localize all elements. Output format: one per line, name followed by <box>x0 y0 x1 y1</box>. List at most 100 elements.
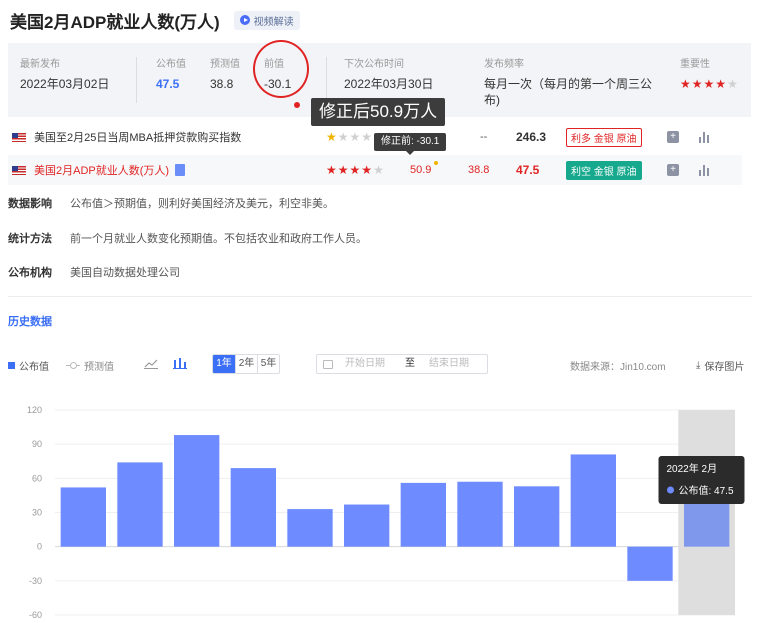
document-icon[interactable] <box>175 164 186 176</box>
legend-forecast[interactable]: 预测值 <box>66 358 114 373</box>
history-title: 历史数据 <box>8 316 52 328</box>
history-bar-chart: 120 90 60 30 0 -30 -60 2022年 2月公布值: 47.5 <box>27 405 745 620</box>
event-row[interactable]: 美国2月ADP就业人数(万人) ★★★★★ 50.9 38.8 47.5 利空 … <box>8 155 742 185</box>
legend-square-icon <box>8 362 15 369</box>
detail-label: 公布机构 <box>8 267 52 279</box>
latest-release: 最新发布 2022年03月02日 <box>20 55 120 92</box>
y-tick-label: 30 <box>32 508 42 518</box>
chart-toolbar: 公布值 预测值 1年 2年 5年 开始日期 至 结束日期 数据来源：Jin10.… <box>8 352 752 376</box>
revised-value-tooltip: 修正后50.9万人 <box>311 98 446 126</box>
importance: 重要性 ★★★★★ <box>680 55 744 92</box>
event-actual: 47.5 <box>516 163 540 177</box>
legend-line-icon <box>66 362 80 369</box>
star-filled-icon: ★ <box>680 77 692 91</box>
play-icon <box>239 15 250 25</box>
star-filled-icon: ★ <box>326 130 338 144</box>
annotation-dot <box>294 102 300 108</box>
y-tick-label: 60 <box>32 473 42 483</box>
star-empty-icon: ★ <box>373 163 385 177</box>
forecast-value: 38.8 <box>210 77 234 91</box>
star-filled-icon: ★ <box>326 163 338 177</box>
y-tick-label: 120 <box>27 405 42 415</box>
add-icon[interactable]: + <box>667 164 679 176</box>
chart-bar[interactable] <box>60 487 106 547</box>
previous-value-highlight-circle <box>253 40 309 98</box>
divider <box>136 57 137 103</box>
detail-method: 统计方法 前一个月就业人数变化预期值。不包括农业和政府工作人员。 <box>8 230 367 246</box>
chart-bar[interactable] <box>514 486 560 547</box>
next-release-label: 下次公布时间 <box>344 59 404 70</box>
detail-impact: 数据影响 公布值＞预期值，则利好美国经济及美元，利空非美。 <box>8 195 334 211</box>
chart-bar[interactable] <box>570 454 616 547</box>
forecast-block: 预测值 38.8 <box>210 55 240 92</box>
download-icon: ⤓ <box>696 360 701 371</box>
chart-bar[interactable] <box>400 482 446 547</box>
chart-bar[interactable] <box>117 462 163 547</box>
chart-bar[interactable] <box>457 481 503 547</box>
star-filled-icon: ★ <box>337 163 350 177</box>
chart-bar[interactable] <box>344 504 390 547</box>
save-image-button[interactable]: ⤓ 保存图片 <box>696 358 744 373</box>
range-2y-button[interactable]: 2年 <box>235 355 257 373</box>
range-selector: 1年 2年 5年 <box>212 354 280 374</box>
detail-label: 统计方法 <box>8 233 52 245</box>
event-stars: ★★★★★ <box>326 163 385 177</box>
end-date-input[interactable]: 结束日期 <box>429 355 469 373</box>
revision-dot <box>434 161 438 165</box>
frequency-label: 发布频率 <box>484 59 524 70</box>
detail-label: 数据影响 <box>8 198 52 210</box>
chart-bar[interactable] <box>627 546 673 581</box>
title-bar: 美国2月ADP就业人数(万人) 视频解读 <box>10 8 300 32</box>
event-name: 美国2月ADP就业人数(万人) <box>34 165 170 177</box>
page-title: 美国2月ADP就业人数(万人) <box>10 12 220 32</box>
legend-forecast-label: 预测值 <box>84 362 114 373</box>
latest-release-label: 最新发布 <box>20 59 60 70</box>
frequency: 发布频率 每月一次（每月的第一个周三公布) <box>484 55 654 108</box>
bar-chart-icon[interactable] <box>173 357 187 369</box>
chart-bar[interactable] <box>174 435 220 547</box>
impact-tag: 利多 金银 原油 <box>566 127 642 147</box>
save-image-label: 保存图片 <box>704 362 745 373</box>
star-empty-icon: ★ <box>337 130 350 144</box>
range-1y-button[interactable]: 1年 <box>213 355 235 373</box>
y-tick-label: -60 <box>29 610 42 620</box>
range-5y-button[interactable]: 5年 <box>257 355 279 373</box>
legend-actual[interactable]: 公布值 <box>8 358 49 373</box>
video-button[interactable]: 视频解读 <box>233 10 300 30</box>
y-tick-label: 90 <box>32 439 42 449</box>
add-icon[interactable]: + <box>667 131 679 143</box>
chart-bar[interactable] <box>230 468 276 547</box>
tooltip-title: 2022年 2月 <box>667 462 718 475</box>
video-button-label: 视频解读 <box>253 16 294 28</box>
chart-bars <box>60 435 730 581</box>
star-filled-icon: ★ <box>715 77 728 91</box>
detail-text: 公布值＞预期值，则利好美国经济及美元，利空非美。 <box>70 198 334 210</box>
chart-icon[interactable] <box>698 131 710 143</box>
next-release-value: 2022年03月30日 20:15 <box>344 77 434 91</box>
chart-bar[interactable] <box>287 509 333 547</box>
event-previous: 50.9 <box>410 164 432 176</box>
chart-icon[interactable] <box>698 164 710 176</box>
y-tick-label: 0 <box>37 542 42 552</box>
divider <box>8 296 752 297</box>
forecast-label: 预测值 <box>210 59 240 70</box>
event-name: 美国至2月25日当周MBA抵押贷款购买指数 <box>34 132 242 144</box>
star-filled-icon: ★ <box>703 77 716 91</box>
star-empty-icon: ★ <box>361 130 374 144</box>
start-date-input[interactable]: 开始日期 <box>345 355 385 373</box>
latest-release-value: 2022年03月02日 <box>20 77 110 91</box>
star-empty-icon: ★ <box>727 77 739 91</box>
us-flag-icon <box>12 132 26 142</box>
tooltip-value: 公布值: 47.5 <box>679 484 734 497</box>
us-flag-icon <box>12 165 26 175</box>
actual-label: 公布值 <box>156 59 186 70</box>
importance-label: 重要性 <box>680 59 710 70</box>
actual-value: 47.5 <box>156 77 180 91</box>
line-chart-icon[interactable] <box>144 357 158 369</box>
detail-publisher: 公布机构 美国自动数据处理公司 <box>8 264 180 280</box>
star-filled-icon: ★ <box>349 163 362 177</box>
date-range-picker[interactable]: 开始日期 至 结束日期 <box>316 354 488 374</box>
importance-stars: ★★★★★ <box>680 76 744 92</box>
calendar-icon <box>323 360 333 369</box>
divider <box>326 57 327 103</box>
